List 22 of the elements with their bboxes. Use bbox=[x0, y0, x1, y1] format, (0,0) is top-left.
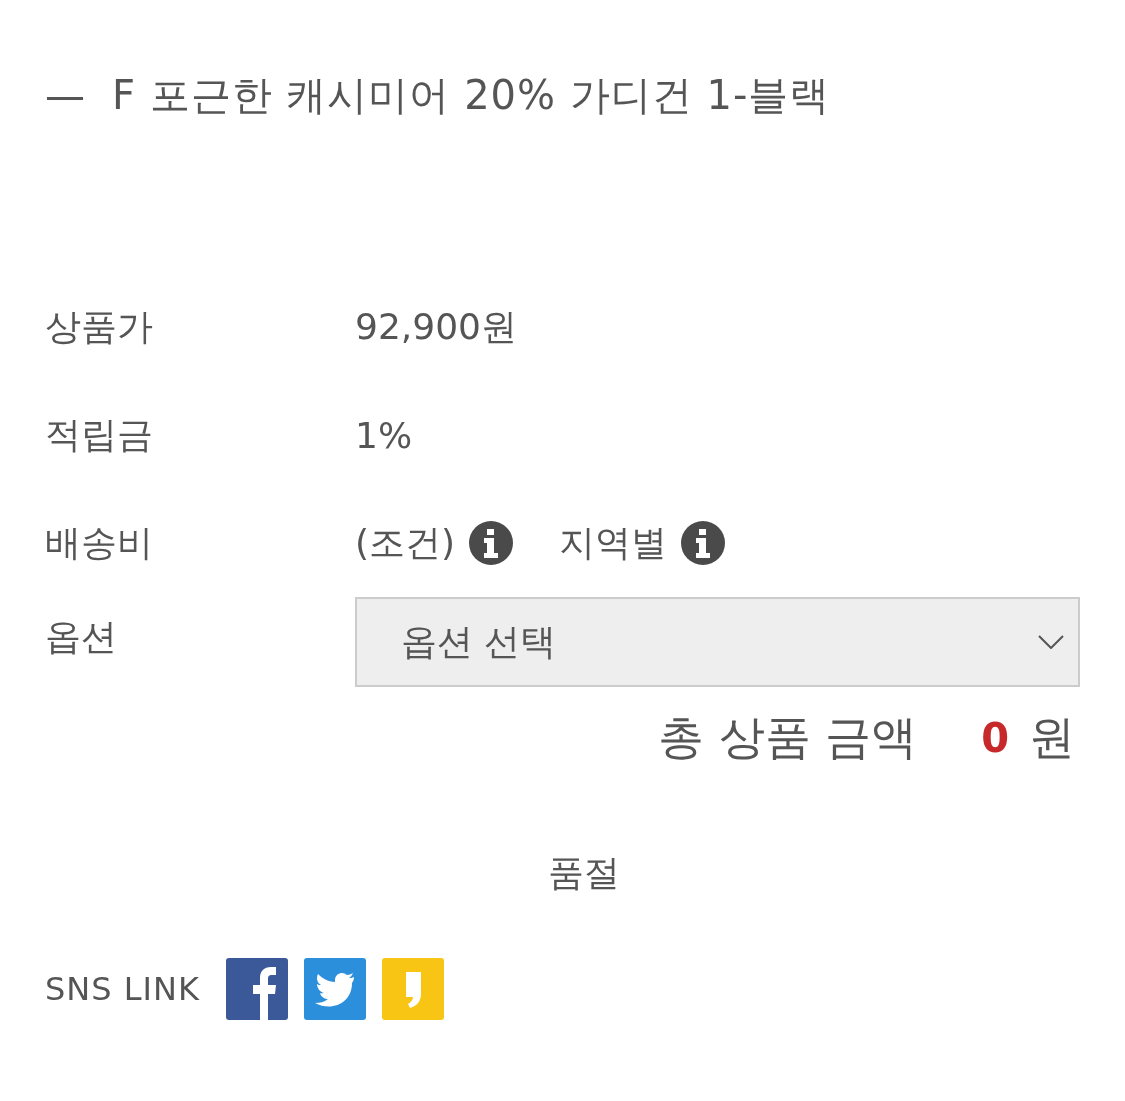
shipping-text: (조건) bbox=[355, 520, 456, 565]
row-label: 적립금 bbox=[45, 412, 154, 457]
total-label: 총 상품 금액 bbox=[657, 709, 918, 766]
row-label: 배송비 bbox=[45, 520, 154, 565]
info-icon[interactable] bbox=[469, 521, 514, 565]
chevron-down-icon bbox=[1038, 635, 1064, 649]
dash: — bbox=[45, 72, 86, 119]
sold-out-label: 품절 bbox=[547, 851, 620, 895]
row-label: 상품가 bbox=[45, 304, 154, 349]
sns-label: SNS LINK bbox=[45, 970, 200, 1008]
row-value: 1% bbox=[355, 414, 414, 456]
currency-unit: 원 bbox=[1029, 709, 1075, 766]
bird-icon[interactable] bbox=[303, 958, 366, 1020]
shipping-text: 지역별 bbox=[559, 520, 668, 565]
product-title: F 포근한 캐시미어 20% 가디건 1-블랙 bbox=[112, 71, 831, 120]
facebook-icon[interactable] bbox=[225, 958, 288, 1020]
select-value: 옵션 선택 bbox=[401, 619, 557, 664]
total-amount: 0 bbox=[981, 715, 1009, 761]
row-value: 92,900원 bbox=[355, 304, 518, 349]
row-label: 옵션 bbox=[45, 615, 118, 659]
option-select[interactable]: 옵션 선택 bbox=[355, 597, 1080, 687]
info-icon[interactable] bbox=[681, 521, 726, 565]
